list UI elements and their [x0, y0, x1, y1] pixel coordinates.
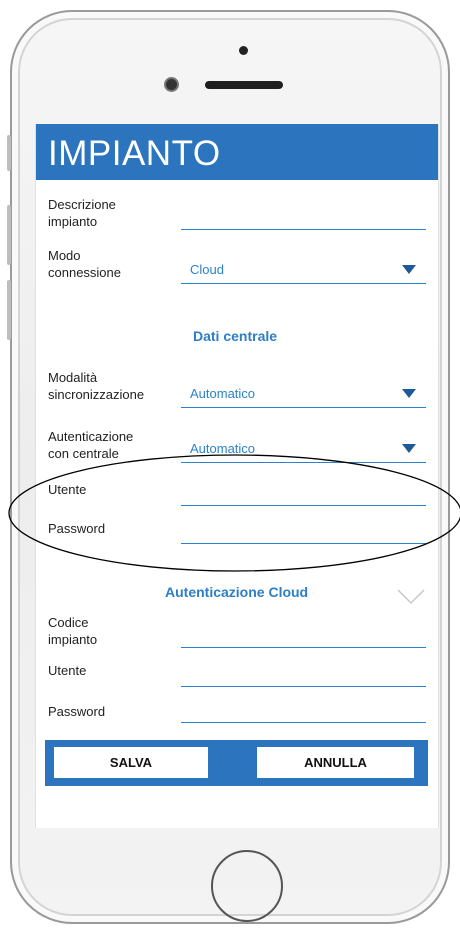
volume-up-button [7, 205, 11, 265]
volume-down-button [7, 280, 11, 340]
cloud-password-field[interactable] [181, 693, 426, 723]
section-title-cloud: Autenticazione Cloud [165, 584, 309, 600]
app-header: IMPIANTO [36, 124, 438, 180]
mute-switch [7, 135, 11, 171]
user-label: Utente [48, 482, 87, 497]
plant-code-field[interactable] [181, 618, 426, 648]
connection-mode-select[interactable]: Cloud [181, 254, 426, 284]
sync-mode-select[interactable]: Automatico [181, 378, 426, 408]
section-title-centrale: Dati centrale [193, 328, 278, 344]
auth-central-label: Autenticazione con centrale [48, 429, 134, 461]
description-label: Descrizione impianto [48, 197, 116, 229]
front-camera [166, 79, 177, 90]
action-bar: SALVA ANNULLA [45, 740, 428, 786]
sync-mode-label: Modalità sincronizzazione [48, 370, 145, 402]
cloud-user-label: Utente [48, 663, 87, 678]
auth-central-value: Automatico [190, 441, 256, 456]
earpiece-speaker [205, 81, 283, 89]
plant-code-label: Codice impianto [48, 615, 98, 647]
sensor-dot [239, 46, 248, 55]
cancel-button[interactable]: ANNULLA [257, 747, 414, 778]
cloud-user-field[interactable] [181, 657, 426, 687]
page-title: IMPIANTO [48, 134, 221, 173]
connection-mode-value: Cloud [190, 262, 224, 277]
home-button[interactable] [211, 850, 283, 922]
password-label: Password [48, 521, 106, 536]
connection-mode-label: Modo connessione [48, 248, 121, 280]
password-field[interactable] [181, 514, 426, 544]
sync-mode-value: Automatico [190, 386, 256, 401]
chevron-down-icon[interactable] [397, 588, 425, 606]
triangle-down-icon [402, 444, 416, 453]
auth-central-select[interactable]: Automatico [181, 433, 426, 463]
triangle-down-icon [402, 265, 416, 274]
description-field[interactable] [181, 200, 426, 230]
save-button[interactable]: SALVA [54, 747, 208, 778]
user-field[interactable] [181, 476, 426, 506]
cloud-password-label: Password [48, 704, 106, 719]
triangle-down-icon [402, 389, 416, 398]
app-screen: IMPIANTO Descrizione impianto Modo conne… [35, 124, 439, 828]
